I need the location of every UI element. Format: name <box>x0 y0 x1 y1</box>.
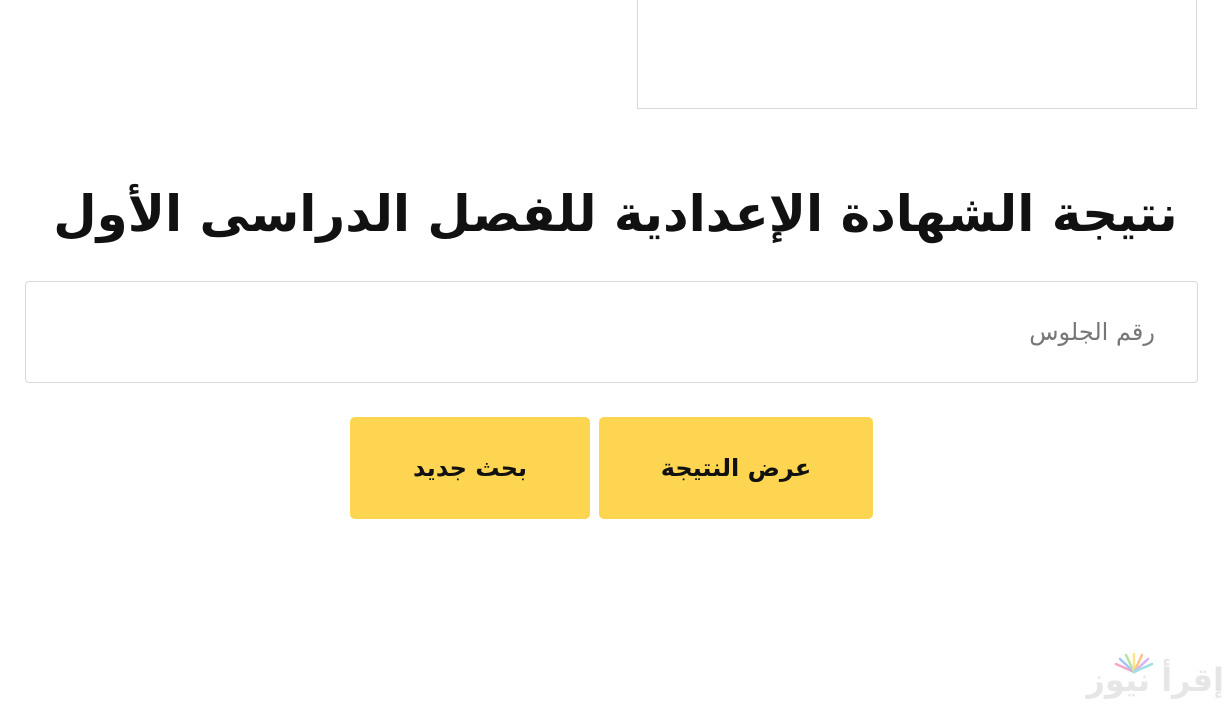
seat-number-input[interactable] <box>25 281 1198 383</box>
watermark-logo: إقرأ نيوز <box>1087 652 1226 702</box>
book-fan-icon <box>1114 652 1154 674</box>
new-search-button[interactable]: بحث جديد <box>350 417 590 519</box>
top-content-box <box>637 0 1197 109</box>
page-title: نتيجة الشهادة الإعدادية للفصل الدراسى ال… <box>53 185 1178 243</box>
show-result-button[interactable]: عرض النتيجة <box>599 417 873 519</box>
page: نتيجة الشهادة الإعدادية للفصل الدراسى ال… <box>0 0 1231 711</box>
